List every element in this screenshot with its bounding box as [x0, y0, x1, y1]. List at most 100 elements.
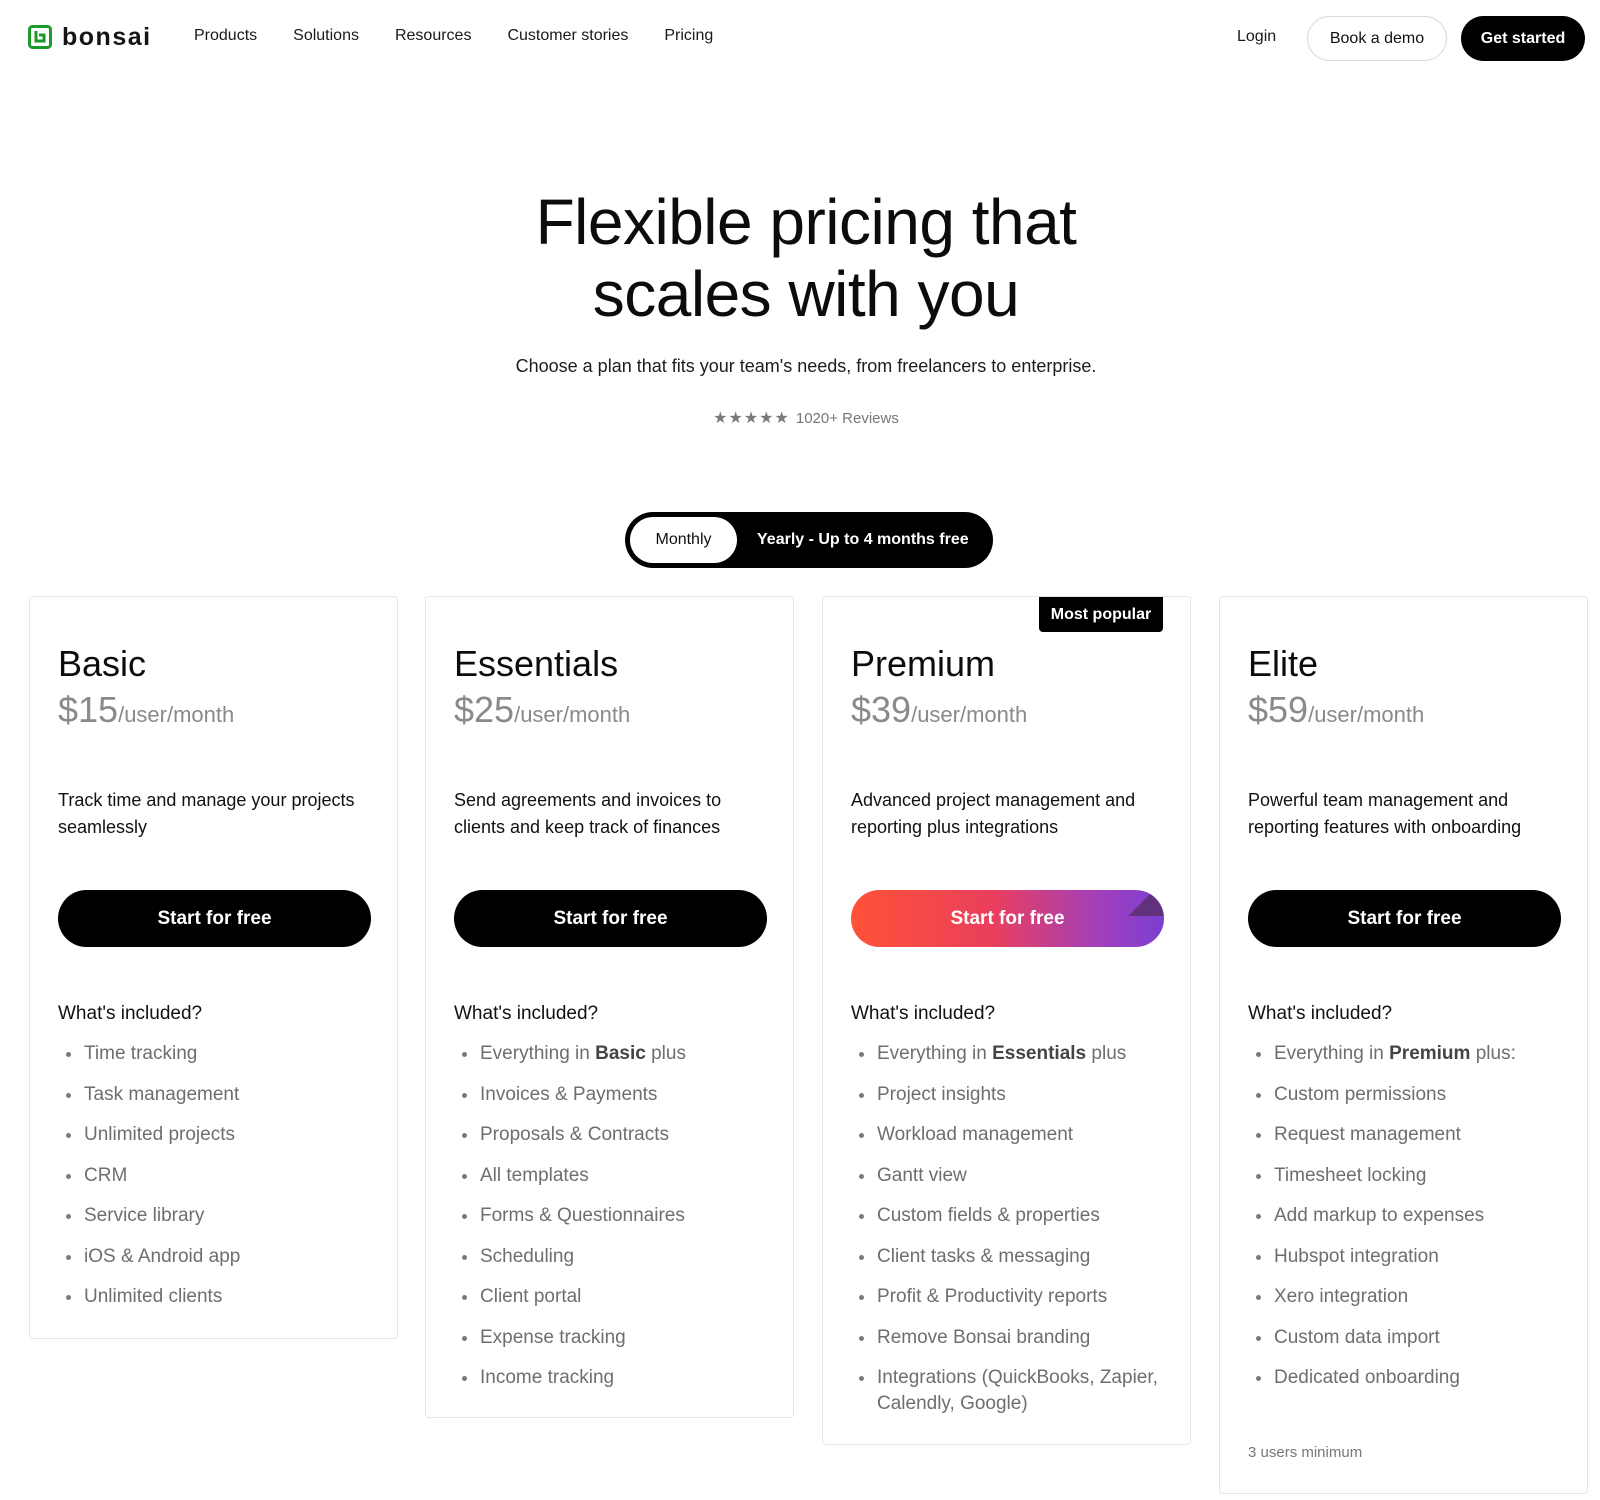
whats-included-heading: What's included? — [851, 1003, 996, 1024]
feature-item: Integrations (QuickBooks, Zapier, Calend… — [851, 1365, 1181, 1417]
feature-text: Invoices & Payments — [480, 1083, 658, 1105]
feature-item: Add markup to expenses — [1248, 1203, 1578, 1229]
bullet-icon — [66, 1254, 71, 1260]
top-nav: bonsai Products Solutions Resources Cust… — [0, 0, 1600, 76]
billing-toggle-monthly[interactable]: Monthly — [630, 517, 737, 563]
bullet-icon — [66, 1092, 71, 1098]
feature-lead-suffix: plus: — [1470, 1043, 1516, 1064]
nav-link-solutions[interactable]: Solutions — [293, 27, 359, 45]
feature-list: Time tracking Task management Unlimited … — [58, 1041, 388, 1325]
feature-lead-plan: Basic — [595, 1043, 646, 1064]
bullet-icon — [462, 1376, 467, 1381]
start-for-free-label: Start for free — [553, 907, 668, 929]
feature-item: Custom fields & properties — [851, 1203, 1181, 1229]
get-started-button[interactable]: Get started — [1461, 16, 1585, 61]
feature-item: Custom data import — [1248, 1325, 1578, 1351]
login-link[interactable]: Login — [1237, 28, 1276, 46]
feature-text: Unlimited projects — [84, 1124, 235, 1145]
price-unit: /user/month — [514, 702, 631, 727]
reviews-summary: ★★★★★ 1020+ Reviews — [0, 408, 1600, 428]
feature-item: Gantt view — [851, 1163, 1181, 1189]
feature-text: Task management — [84, 1083, 240, 1105]
page-title-line2: scales with you — [592, 258, 1020, 330]
feature-text: Forms & Questionnaires — [480, 1205, 685, 1226]
feature-item: Xero integration — [1248, 1284, 1578, 1310]
feature-item-lead: Everything in Essentials plus — [851, 1041, 1181, 1067]
feature-item-lead: Everything in Premium plus: — [1248, 1041, 1578, 1067]
button-corner-accent — [1119, 890, 1164, 916]
feature-item: Invoices & Payments — [454, 1082, 784, 1108]
feature-text: Custom permissions — [1274, 1083, 1447, 1105]
page-subtitle: Choose a plan that fits your team's need… — [515, 356, 1097, 376]
book-demo-button[interactable]: Book a demo — [1307, 16, 1447, 61]
feature-text: Profit & Productivity reports — [877, 1286, 1108, 1307]
start-for-free-label: Start for free — [157, 907, 272, 929]
feature-list: Everything in Essentials plus Project in… — [851, 1041, 1181, 1432]
feature-item: Unlimited projects — [58, 1122, 388, 1148]
bullet-icon — [462, 1214, 467, 1219]
bullet-icon — [1256, 1092, 1261, 1098]
bullet-icon — [66, 1295, 71, 1300]
feature-item: Profit & Productivity reports — [851, 1284, 1181, 1310]
bullet-icon — [859, 1092, 864, 1098]
plan-description: Powerful team management and reporting f… — [1248, 790, 1522, 837]
feature-text: Time tracking — [84, 1043, 198, 1064]
bullet-icon — [859, 1052, 864, 1057]
plan-name: Essentials — [454, 643, 619, 684]
feature-text: Custom data import — [1274, 1326, 1440, 1348]
plan-description: Send agreements and invoices to clients … — [454, 790, 722, 837]
feature-item: Remove Bonsai branding — [851, 1325, 1181, 1351]
start-for-free-button[interactable]: Start for free — [851, 890, 1164, 947]
start-for-free-button[interactable]: Start for free — [1248, 890, 1561, 947]
feature-item: Request management — [1248, 1122, 1578, 1148]
plan-name: Premium — [851, 643, 996, 684]
feature-text: CRM — [84, 1164, 128, 1186]
feature-item: Client portal — [454, 1284, 784, 1310]
feature-item: Expense tracking — [454, 1325, 784, 1351]
feature-text: Service library — [84, 1205, 205, 1226]
feature-text: Add markup to expenses — [1274, 1205, 1485, 1226]
most-popular-badge: Most popular — [1039, 597, 1163, 632]
price-amount: $15 — [58, 689, 119, 730]
plan-card-basic: Basic $15/user/month Track time and mana… — [29, 596, 398, 1339]
nav-link-pricing[interactable]: Pricing — [664, 27, 713, 45]
feature-text: Xero integration — [1274, 1286, 1409, 1307]
bullet-icon — [66, 1173, 71, 1179]
plan-description: Advanced project management and reportin… — [851, 790, 1136, 837]
bonsai-logo-icon — [28, 25, 52, 49]
feature-lead-suffix: plus — [645, 1043, 686, 1064]
bullet-icon — [1256, 1173, 1261, 1179]
bullet-icon — [462, 1335, 467, 1341]
price-amount: $25 — [454, 689, 515, 730]
feature-item: Client tasks & messaging — [851, 1244, 1181, 1270]
bullet-icon — [859, 1173, 864, 1179]
price-amount: $39 — [851, 689, 912, 730]
feature-item: Timesheet locking — [1248, 1163, 1578, 1189]
feature-text: Workload management — [877, 1124, 1074, 1145]
feature-list: Everything in Basic plus Invoices & Paym… — [454, 1041, 784, 1406]
feature-item: All templates — [454, 1163, 784, 1189]
bullet-icon — [1256, 1376, 1261, 1381]
plan-description: Track time and manage your projects seam… — [58, 790, 355, 837]
nav-link-customer-stories[interactable]: Customer stories — [507, 27, 628, 45]
start-for-free-button[interactable]: Start for free — [454, 890, 767, 947]
bullet-icon — [859, 1254, 864, 1260]
plan-name: Elite — [1248, 643, 1319, 684]
feature-text: iOS & Android app — [84, 1245, 241, 1267]
feature-lead-prefix: Everything in — [480, 1043, 596, 1064]
nav-link-products[interactable]: Products — [194, 27, 257, 45]
start-for-free-button[interactable]: Start for free — [58, 890, 371, 947]
billing-toggle-yearly[interactable]: Yearly - Up to 4 months free — [757, 512, 969, 568]
billing-toggle: Monthly Yearly - Up to 4 months free — [625, 512, 993, 568]
feature-item: Scheduling — [454, 1244, 784, 1270]
whats-included-heading: What's included? — [454, 1003, 599, 1024]
feature-text: Integrations (QuickBooks, Zapier, Calend… — [877, 1367, 1158, 1414]
plan-card-essentials: Essentials $25/user/month Send agreement… — [425, 596, 794, 1418]
price-unit: /user/month — [1308, 702, 1425, 727]
feature-item: Project insights — [851, 1082, 1181, 1108]
bonsai-logo[interactable]: bonsai — [28, 23, 152, 51]
feature-item: Custom permissions — [1248, 1082, 1578, 1108]
plan-price: $25/user/month — [454, 689, 630, 731]
bullet-icon — [1256, 1133, 1261, 1138]
nav-link-resources[interactable]: Resources — [395, 27, 471, 45]
